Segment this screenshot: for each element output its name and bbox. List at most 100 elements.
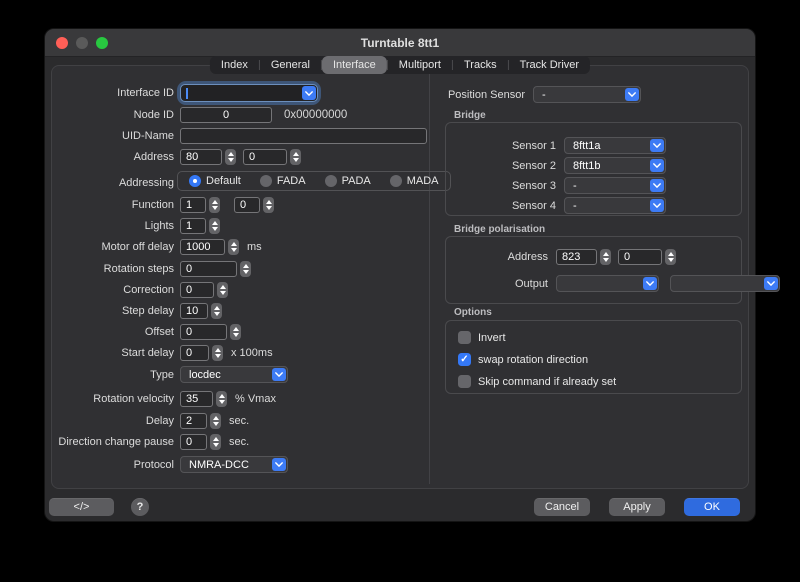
- lights-field[interactable]: 1: [180, 218, 206, 234]
- chevron-down-icon: [650, 139, 664, 152]
- address-field-2[interactable]: 0: [243, 149, 287, 165]
- sensor-1-popup[interactable]: 8ftt1a: [564, 137, 666, 154]
- position-sensor-popup[interactable]: -: [533, 86, 641, 103]
- invert-checkbox[interactable]: Invert: [458, 331, 506, 344]
- correction-field[interactable]: 0: [180, 282, 214, 298]
- rotation-steps-field[interactable]: 0: [180, 261, 237, 277]
- node-id-hex: 0x00000000: [284, 109, 347, 121]
- direction-change-pause-field[interactable]: 0: [180, 434, 207, 450]
- window-title: Turntable 8tt1: [361, 36, 439, 50]
- skip-command-checkbox[interactable]: Skip command if already set: [458, 375, 616, 388]
- radio-icon: [260, 175, 272, 187]
- polarisation-address-stepper-1[interactable]: [600, 249, 611, 265]
- tab-general[interactable]: General: [260, 56, 321, 74]
- motor-off-delay-stepper[interactable]: [228, 239, 239, 255]
- step-delay-label: Step delay: [52, 305, 174, 317]
- rotation-steps-label: Rotation steps: [52, 263, 174, 275]
- title-bar: Turntable 8tt1: [45, 29, 755, 57]
- direction-change-pause-label: Direction change pause: [52, 436, 174, 448]
- sensor-4-popup[interactable]: -: [564, 197, 666, 214]
- tab-tracks[interactable]: Tracks: [453, 56, 508, 74]
- radio-option-mada[interactable]: MADA: [390, 175, 439, 187]
- addressing-radio-group: Default FADA PADA MADA: [177, 171, 451, 191]
- polarisation-address-field-1[interactable]: 823: [556, 249, 597, 265]
- sensor-3-popup[interactable]: -: [564, 177, 666, 194]
- delay-field[interactable]: 2: [180, 413, 207, 429]
- start-delay-unit: x 100ms: [231, 347, 273, 359]
- lights-stepper[interactable]: [209, 218, 220, 234]
- start-delay-stepper[interactable]: [212, 345, 223, 361]
- rotation-steps-stepper[interactable]: [240, 261, 251, 277]
- chevron-down-icon: [643, 277, 657, 290]
- ok-button[interactable]: OK: [684, 498, 740, 516]
- rotation-velocity-field[interactable]: 35: [180, 391, 213, 407]
- apply-button[interactable]: Apply: [609, 498, 665, 516]
- address-label: Address: [52, 151, 174, 163]
- address-stepper-2[interactable]: [290, 149, 301, 165]
- column-divider: [429, 74, 430, 484]
- bridge-group-label: Bridge: [454, 110, 486, 121]
- type-popup[interactable]: locdec: [180, 366, 288, 383]
- step-delay-stepper[interactable]: [211, 303, 222, 319]
- direction-change-pause-stepper[interactable]: [210, 434, 221, 450]
- interface-id-combo[interactable]: [180, 84, 318, 102]
- tab-multiport[interactable]: Multiport: [388, 56, 452, 74]
- motor-off-delay-field[interactable]: 1000: [180, 239, 225, 255]
- function-stepper-2[interactable]: [263, 197, 274, 213]
- function-field-2[interactable]: 0: [234, 197, 260, 213]
- radio-option-default[interactable]: Default: [189, 175, 241, 187]
- chevron-down-icon: [272, 458, 286, 471]
- output-popup-2[interactable]: [670, 275, 780, 292]
- rotation-velocity-stepper[interactable]: [216, 391, 227, 407]
- function-field-1[interactable]: 1: [180, 197, 206, 213]
- output-label: Output: [448, 278, 548, 290]
- checkbox-icon: [458, 331, 471, 344]
- help-button[interactable]: ?: [131, 498, 149, 516]
- correction-stepper[interactable]: [217, 282, 228, 298]
- dialog-window: Turntable 8tt1 Index General Interface M…: [44, 28, 756, 522]
- tab-bar: Index General Interface Multiport Tracks…: [210, 56, 590, 74]
- chevron-down-icon: [764, 277, 778, 290]
- zoom-button[interactable]: [96, 37, 108, 49]
- protocol-popup[interactable]: NMRA-DCC: [180, 456, 288, 473]
- interface-id-label: Interface ID: [52, 87, 174, 99]
- offset-field[interactable]: 0: [180, 324, 227, 340]
- code-view-button[interactable]: </>: [49, 498, 114, 516]
- lights-label: Lights: [52, 220, 174, 232]
- radio-option-fada[interactable]: FADA: [260, 175, 306, 187]
- tab-track-driver[interactable]: Track Driver: [509, 56, 590, 74]
- address-field-1[interactable]: 80: [180, 149, 222, 165]
- step-delay-field[interactable]: 10: [180, 303, 208, 319]
- sensor-3-label: Sensor 3: [456, 180, 556, 192]
- tab-interface[interactable]: Interface: [322, 56, 387, 74]
- offset-stepper[interactable]: [230, 324, 241, 340]
- type-label: Type: [52, 369, 174, 381]
- output-popup-1[interactable]: [556, 275, 659, 292]
- tab-index[interactable]: Index: [210, 56, 259, 74]
- chevron-down-icon: [625, 88, 639, 101]
- start-delay-field[interactable]: 0: [180, 345, 209, 361]
- function-stepper-1[interactable]: [209, 197, 220, 213]
- polarisation-address-field-2[interactable]: 0: [618, 249, 662, 265]
- sensor-2-popup[interactable]: 8ftt1b: [564, 157, 666, 174]
- delay-stepper[interactable]: [210, 413, 221, 429]
- motor-off-delay-unit: ms: [247, 241, 262, 253]
- address-stepper-1[interactable]: [225, 149, 236, 165]
- polarisation-address-stepper-2[interactable]: [665, 249, 676, 265]
- minimize-button[interactable]: [76, 37, 88, 49]
- sensor-2-label: Sensor 2: [456, 160, 556, 172]
- cancel-button[interactable]: Cancel: [534, 498, 590, 516]
- radio-icon: [189, 175, 201, 187]
- chevron-down-icon[interactable]: [302, 86, 316, 100]
- node-id-field[interactable]: 0: [180, 107, 272, 123]
- close-button[interactable]: [56, 37, 68, 49]
- checkbox-icon: [458, 353, 471, 366]
- swap-rotation-direction-checkbox[interactable]: swap rotation direction: [458, 353, 588, 366]
- start-delay-label: Start delay: [52, 347, 174, 359]
- uid-name-field[interactable]: [180, 128, 427, 144]
- radio-icon: [325, 175, 337, 187]
- rotation-velocity-label: Rotation velocity: [52, 393, 174, 405]
- chevron-down-icon: [272, 368, 286, 381]
- addressing-label: Addressing: [52, 177, 174, 189]
- radio-option-pada[interactable]: PADA: [325, 175, 371, 187]
